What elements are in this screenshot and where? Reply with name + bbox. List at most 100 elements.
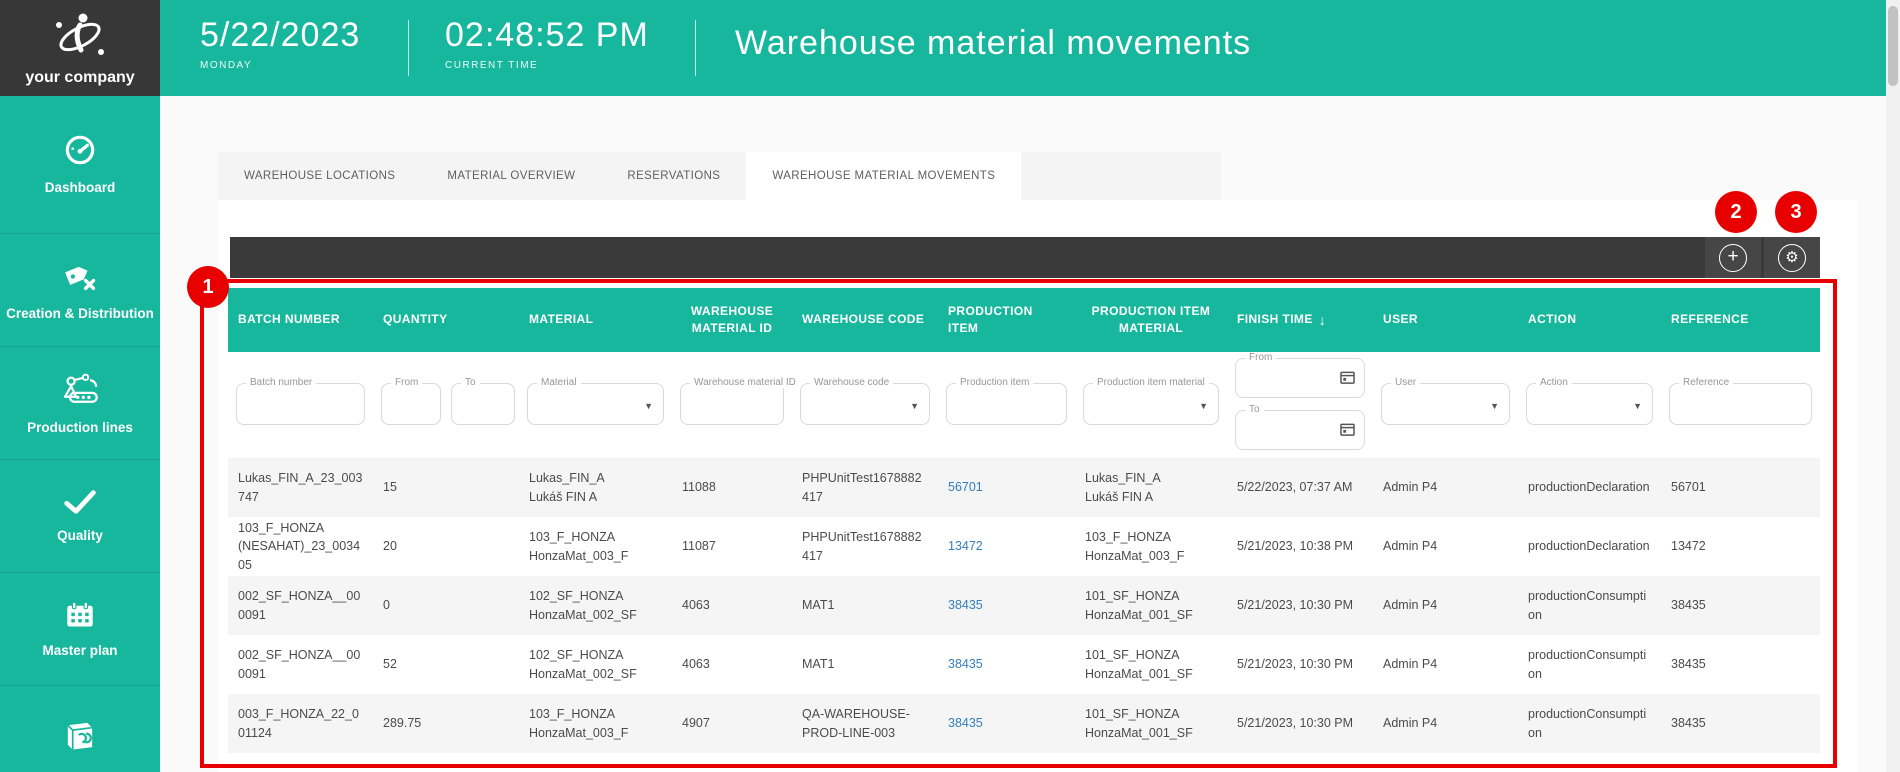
production-item-filter[interactable]: Production item xyxy=(946,383,1067,425)
table-toolbar: + ⚙ xyxy=(230,237,1820,278)
page-title: Warehouse material movements xyxy=(735,24,1251,62)
cell-finish-time: 5/21/2023, 10:38 PM xyxy=(1227,517,1373,576)
col-quantity[interactable]: QUANTITY xyxy=(373,288,519,352)
finish-time-to-filter[interactable]: To xyxy=(1235,410,1365,450)
filter-cell-batch: Batch number xyxy=(228,352,373,458)
warehouse-material-id-filter[interactable]: Warehouse material ID xyxy=(680,383,784,425)
cell-warehouse-code: QA-WAREHOUSE-PROD-LINE-003 xyxy=(792,694,938,753)
header-divider xyxy=(408,20,409,76)
col-production-item[interactable]: PRODUCTION ITEM xyxy=(938,288,1075,352)
gear-circle-icon: ⚙ xyxy=(1778,244,1806,272)
cell-finish-time: 5/22/2023, 07:37 AM xyxy=(1227,458,1373,517)
cell-production-item-link[interactable]: 13472 xyxy=(938,517,1075,576)
finish-time-from-filter[interactable]: From xyxy=(1235,358,1365,398)
tab-warehouse-locations[interactable]: WAREHOUSE LOCATIONS xyxy=(218,152,421,200)
reference-filter[interactable]: Reference xyxy=(1669,383,1812,425)
quantity-from-input[interactable] xyxy=(388,388,434,420)
batch-number-filter-label: Batch number xyxy=(246,377,316,388)
calendar-icon[interactable] xyxy=(1340,370,1355,389)
cell-production-item-link[interactable]: 56701 xyxy=(938,458,1075,517)
package-icon xyxy=(63,718,97,757)
cell-reference: 38435 xyxy=(1661,635,1820,694)
warehouse-material-id-input[interactable] xyxy=(687,388,777,420)
production-item-material-filter-select[interactable]: Production item material ▼ xyxy=(1083,383,1219,425)
chevron-down-icon: ▼ xyxy=(1633,401,1642,411)
sidebar-item-label: Quality xyxy=(53,528,107,543)
quantity-from-filter[interactable]: From xyxy=(381,383,441,425)
scrollbar-thumb[interactable] xyxy=(1888,6,1898,86)
table-row[interactable]: 103_F_HONZA (NESAHAT)_23_003405 20 103_F… xyxy=(228,517,1820,576)
table-row[interactable]: 002_SF_HONZA__000091 52 102_SF_HONZA Hon… xyxy=(228,635,1820,694)
sort-desc-icon[interactable]: ↓ xyxy=(1319,310,1326,330)
settings-button[interactable]: ⚙ xyxy=(1764,237,1820,278)
col-finish-time-label: FINISH TIME xyxy=(1237,311,1313,328)
page-title-block: Warehouse material movements xyxy=(735,24,1251,62)
filter-cell-production-item: Production item xyxy=(938,352,1075,458)
sidebar-item-label: Master plan xyxy=(38,643,121,658)
filter-row: Batch number From To Material ▼ xyxy=(228,352,1820,458)
sidebar-item-quality[interactable]: Quality xyxy=(0,460,160,573)
company-logo[interactable]: your company xyxy=(0,0,160,96)
cell-reference: 13472 xyxy=(1661,517,1820,576)
cell-warehouse-material-id: 4063 xyxy=(672,576,792,635)
quantity-from-label: From xyxy=(391,377,422,388)
cell-production-item-link[interactable]: 38435 xyxy=(938,694,1075,753)
cell-user: Admin P4 xyxy=(1373,576,1518,635)
action-filter-select[interactable]: Action ▼ xyxy=(1526,383,1653,425)
col-user[interactable]: USER xyxy=(1373,288,1518,352)
user-filter-label: User xyxy=(1391,377,1420,388)
cell-warehouse-code: PHPUnitTest1678882417 xyxy=(792,458,938,517)
sidebar-item-warehouse[interactable] xyxy=(0,686,160,772)
table-row[interactable]: 003_F_HONZA_22_001124 289.75 103_F_HONZA… xyxy=(228,694,1820,753)
cell-batch-number: 103_F_HONZA (NESAHAT)_23_003405 xyxy=(228,517,373,576)
table-row[interactable]: 002_SF_HONZA__000091 0 102_SF_HONZA Honz… xyxy=(228,576,1820,635)
col-warehouse-material-id[interactable]: WAREHOUSE MATERIAL ID xyxy=(672,288,792,352)
cell-material: Lukas_FIN_A Lukáš FIN A xyxy=(519,458,672,517)
reference-input[interactable] xyxy=(1676,388,1805,420)
sidebar-item-creation-distribution[interactable]: Creation & Distribution xyxy=(0,234,160,347)
table-row[interactable]: Lukas_FIN_A_23_003747 15 Lukas_FIN_A Luk… xyxy=(228,458,1820,517)
tab-reservations[interactable]: RESERVATIONS xyxy=(601,152,746,200)
quantity-to-filter[interactable]: To xyxy=(451,383,515,425)
cell-production-item-material: 103_F_HONZA HonzaMat_003_F xyxy=(1075,517,1227,576)
cell-warehouse-code: MAT1 xyxy=(792,635,938,694)
sidebar-item-label: Production lines xyxy=(23,420,137,435)
sidebar-item-dashboard[interactable]: Dashboard xyxy=(0,96,160,234)
col-action[interactable]: ACTION xyxy=(1518,288,1661,352)
col-material[interactable]: MATERIAL xyxy=(519,288,672,352)
calendar-icon[interactable] xyxy=(1340,422,1355,441)
cell-warehouse-code: PHPUnitTest1678882417 xyxy=(792,517,938,576)
sidebar-item-label: Dashboard xyxy=(41,180,120,195)
action-filter-label: Action xyxy=(1536,377,1572,388)
cell-production-item-link[interactable]: 38435 xyxy=(938,576,1075,635)
quantity-to-input[interactable] xyxy=(458,388,508,420)
company-logo-text: your company xyxy=(25,69,134,87)
tab-material-overview[interactable]: MATERIAL OVERVIEW xyxy=(421,152,601,200)
cell-production-item-link[interactable]: 38435 xyxy=(938,635,1075,694)
col-finish-time[interactable]: FINISH TIME ↓ xyxy=(1227,288,1373,352)
production-item-input[interactable] xyxy=(953,388,1060,420)
col-warehouse-code[interactable]: WAREHOUSE CODE xyxy=(792,288,938,352)
user-filter-select[interactable]: User ▼ xyxy=(1381,383,1510,425)
tab-warehouse-material-movements[interactable]: WAREHOUSE MATERIAL MOVEMENTS xyxy=(746,152,1021,200)
cell-warehouse-code: MAT1 xyxy=(792,576,938,635)
table-header-row: BATCH NUMBER QUANTITY MATERIAL WAREHOUSE… xyxy=(228,288,1820,352)
batch-number-input[interactable] xyxy=(243,388,358,420)
annotation-badge-1: 1 xyxy=(187,266,229,308)
calendar-icon xyxy=(65,601,95,634)
cell-material: 102_SF_HONZA HonzaMat_002_SF xyxy=(519,635,672,694)
material-filter-select[interactable]: Material ▼ xyxy=(527,383,664,425)
sidebar-item-master-plan[interactable]: Master plan xyxy=(0,573,160,686)
cell-user: Admin P4 xyxy=(1373,635,1518,694)
cell-quantity: 52 xyxy=(373,635,519,694)
filter-cell-finish-time: From To xyxy=(1227,352,1373,458)
col-batch-number[interactable]: BATCH NUMBER xyxy=(228,288,373,352)
vertical-scrollbar[interactable] xyxy=(1886,0,1900,772)
add-button[interactable]: + xyxy=(1705,237,1761,278)
col-production-item-material[interactable]: PRODUCTION ITEM MATERIAL xyxy=(1075,288,1227,352)
col-reference[interactable]: REFERENCE xyxy=(1661,288,1820,352)
batch-number-filter[interactable]: Batch number xyxy=(236,383,365,425)
cell-batch-number: 002_SF_HONZA__000091 xyxy=(228,635,373,694)
sidebar-item-production-lines[interactable]: Production lines xyxy=(0,347,160,460)
warehouse-code-filter-select[interactable]: Warehouse code ▼ xyxy=(800,383,930,425)
